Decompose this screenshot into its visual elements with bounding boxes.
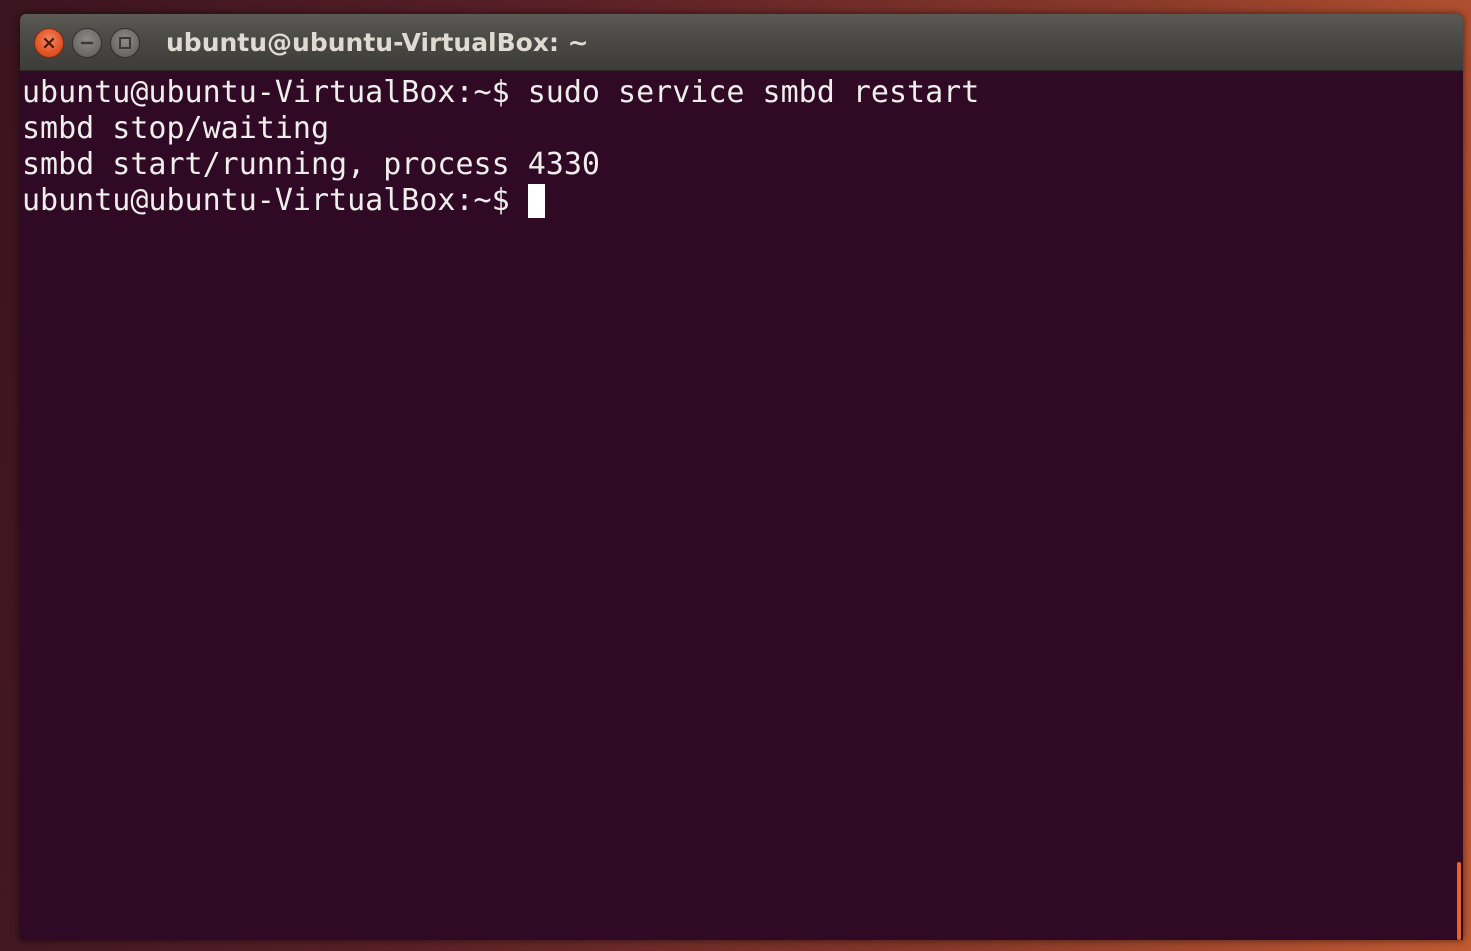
window-title: ubuntu@ubuntu-VirtualBox: ~ xyxy=(166,28,589,57)
maximize-icon xyxy=(119,37,131,49)
minimize-icon xyxy=(80,41,94,45)
terminal-line: smbd stop/waiting xyxy=(22,111,330,146)
minimize-button[interactable] xyxy=(72,28,102,58)
maximize-button[interactable] xyxy=(110,28,140,58)
terminal-output[interactable]: ubuntu@ubuntu-VirtualBox:~$ sudo service… xyxy=(20,71,1463,940)
terminal-prompt-line[interactable]: ubuntu@ubuntu-VirtualBox:~$ xyxy=(22,183,1463,219)
terminal-prompt: ubuntu@ubuntu-VirtualBox:~$ xyxy=(22,183,528,218)
close-button[interactable] xyxy=(34,28,64,58)
close-icon xyxy=(43,37,55,49)
terminal-line: ubuntu@ubuntu-VirtualBox:~$ sudo service… xyxy=(22,75,980,110)
text-cursor xyxy=(527,184,545,218)
terminal-window: ubuntu@ubuntu-VirtualBox: ~ ubuntu@ubunt… xyxy=(20,14,1463,940)
terminal-line: smbd start/running, process 4330 xyxy=(22,147,600,182)
terminal-scrollbar[interactable] xyxy=(1457,862,1461,940)
window-titlebar[interactable]: ubuntu@ubuntu-VirtualBox: ~ xyxy=(20,14,1463,71)
